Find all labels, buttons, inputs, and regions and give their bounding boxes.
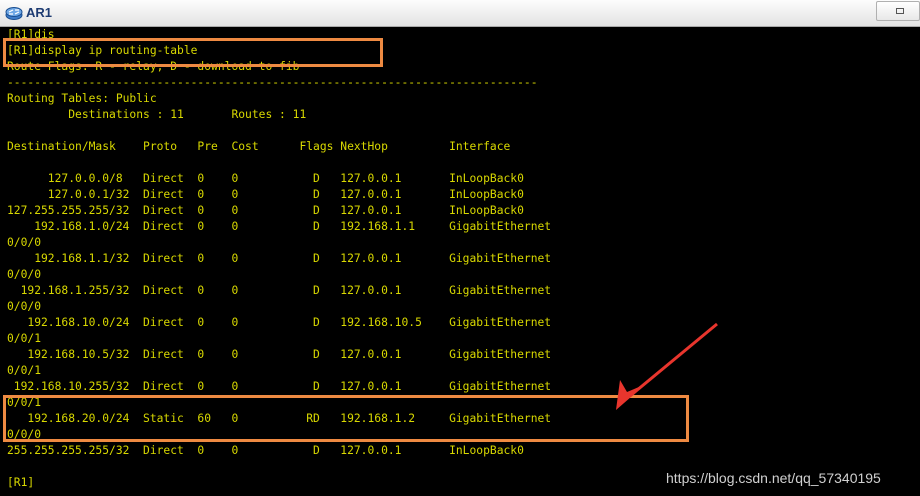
watermark-text: https://blog.csdn.net/qq_57340195 — [666, 470, 881, 486]
terminal-line: Destinations : 11 Routes : 11 — [7, 108, 307, 121]
terminal-line: 127.255.255.255/32 Direct 0 0 D 127.0.0.… — [7, 204, 524, 217]
restore-icon — [896, 8, 904, 14]
terminal-line: 0/0/1 — [7, 364, 42, 377]
terminal-line: 192.168.10.0/24 Direct 0 0 D 192.168.10.… — [7, 316, 552, 329]
terminal-line: 192.168.1.1/32 Direct 0 0 D 127.0.0.1 Gi… — [7, 252, 552, 265]
terminal-line: 0/0/0 — [7, 236, 42, 249]
terminal-line: 192.168.10.255/32 Direct 0 0 D 127.0.0.1… — [7, 380, 552, 393]
terminal-line: Destination/Mask Proto Pre Cost Flags Ne… — [7, 140, 511, 153]
terminal-line: 127.0.0.1/32 Direct 0 0 D 127.0.0.1 InLo… — [7, 188, 524, 201]
terminal-line: 127.0.0.0/8 Direct 0 0 D 127.0.0.1 InLoo… — [7, 172, 524, 185]
static-route-highlight-box — [3, 395, 689, 442]
terminal-line: 192.168.1.0/24 Direct 0 0 D 192.168.1.1 … — [7, 220, 552, 233]
terminal-line: 192.168.1.255/32 Direct 0 0 D 127.0.0.1 … — [7, 284, 552, 297]
terminal-line: ----------------------------------------… — [7, 76, 538, 89]
window-title: AR1 — [26, 5, 53, 20]
pointer-arrow-icon — [616, 322, 718, 410]
terminal-line: 255.255.255.255/32 Direct 0 0 D 127.0.0.… — [7, 444, 524, 457]
terminal-line: 0/0/0 — [7, 300, 42, 313]
terminal-line: Routing Tables: Public — [7, 92, 157, 105]
terminal-line: 0/0/0 — [7, 268, 42, 281]
restore-button[interactable] — [876, 1, 920, 21]
terminal-line: 192.168.10.5/32 Direct 0 0 D 127.0.0.1 G… — [7, 348, 552, 361]
router-icon — [5, 5, 23, 21]
terminal-line: 0/0/1 — [7, 332, 42, 345]
command-highlight-box — [3, 38, 383, 67]
window-titlebar[interactable]: AR1 — [0, 0, 920, 27]
